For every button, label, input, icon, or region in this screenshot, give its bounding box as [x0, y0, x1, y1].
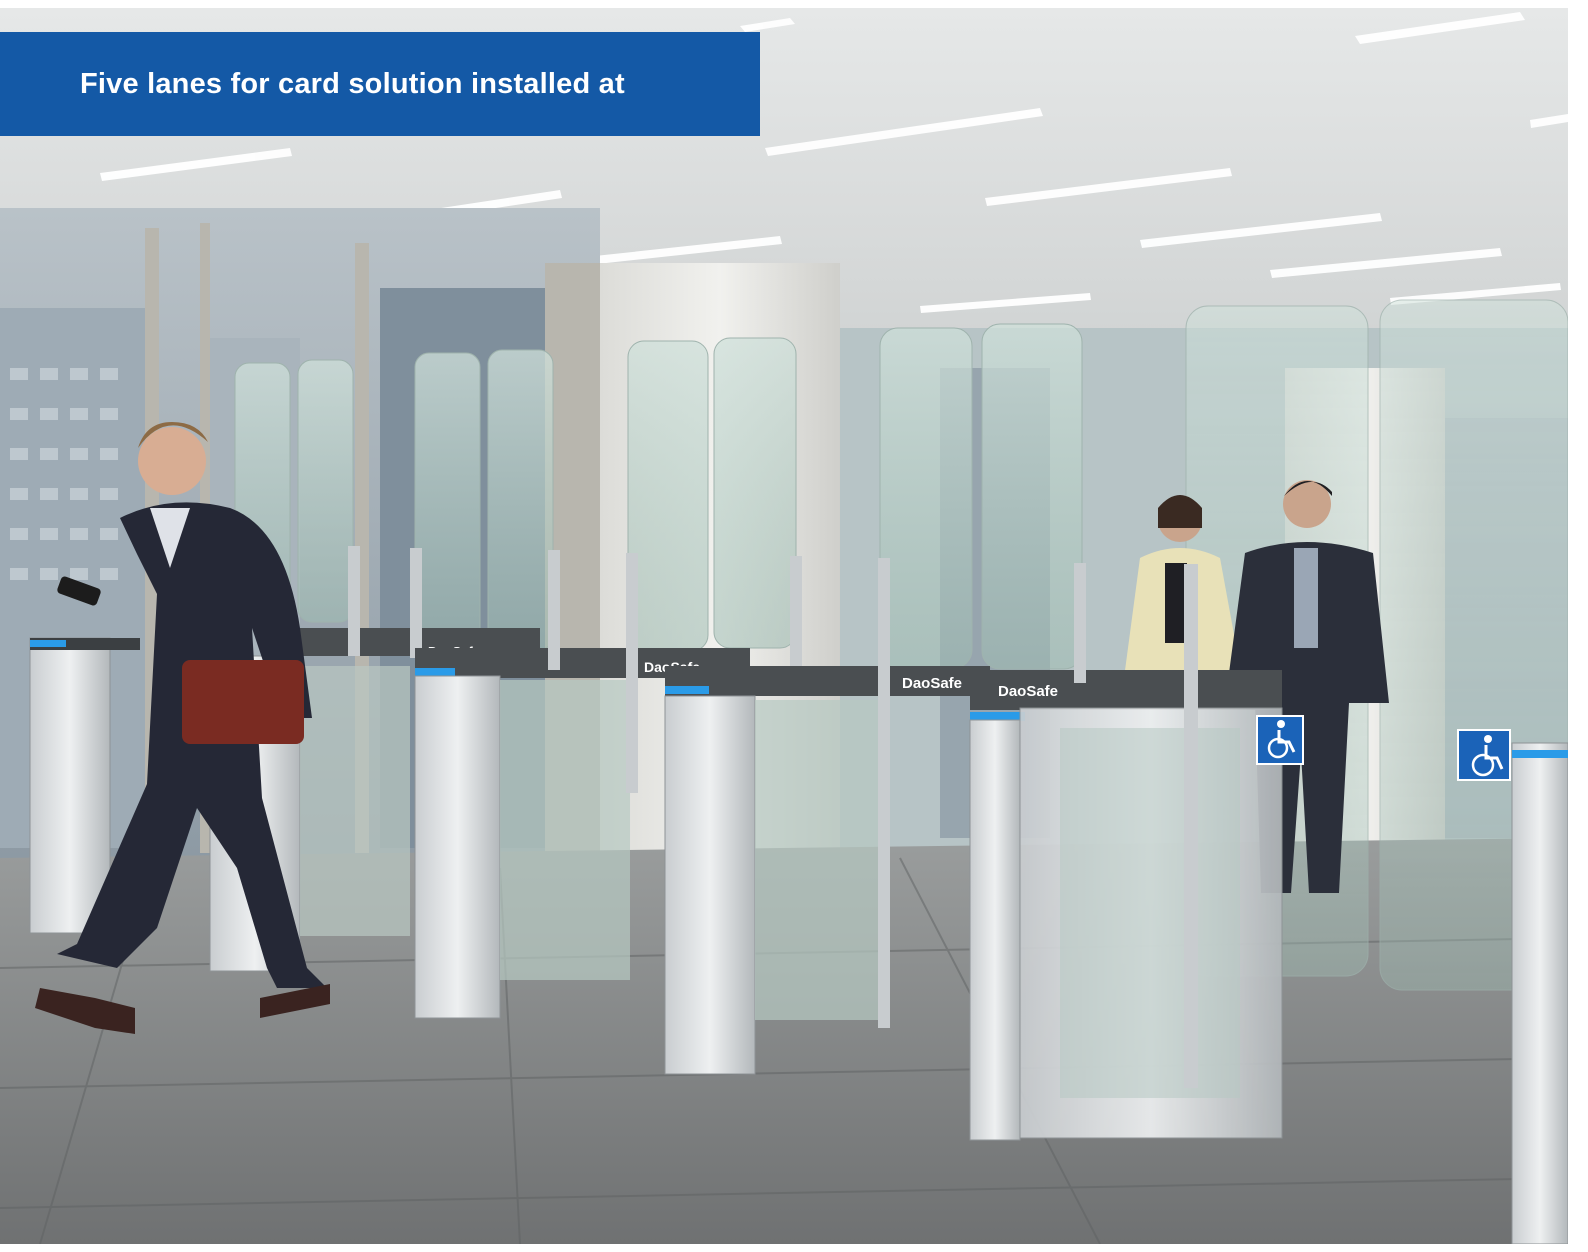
lobby-scene: DaoSafe DaoSafe DaoSafe [0, 8, 1568, 1244]
svg-text:DaoSafe: DaoSafe [902, 675, 962, 692]
banner-title: Five lanes for card solution installed a… [80, 67, 625, 100]
wheelchair-icon [1256, 715, 1304, 765]
office-lobby-photo: DaoSafe DaoSafe DaoSafe [0, 8, 1568, 1244]
page: DaoSafe DaoSafe DaoSafe [0, 0, 1588, 1252]
title-banner: Five lanes for card solution installed a… [0, 32, 760, 136]
wheelchair-icon [1457, 729, 1511, 781]
svg-text:DaoSafe: DaoSafe [998, 683, 1058, 700]
speed-gate-right-edge [1511, 742, 1568, 1244]
